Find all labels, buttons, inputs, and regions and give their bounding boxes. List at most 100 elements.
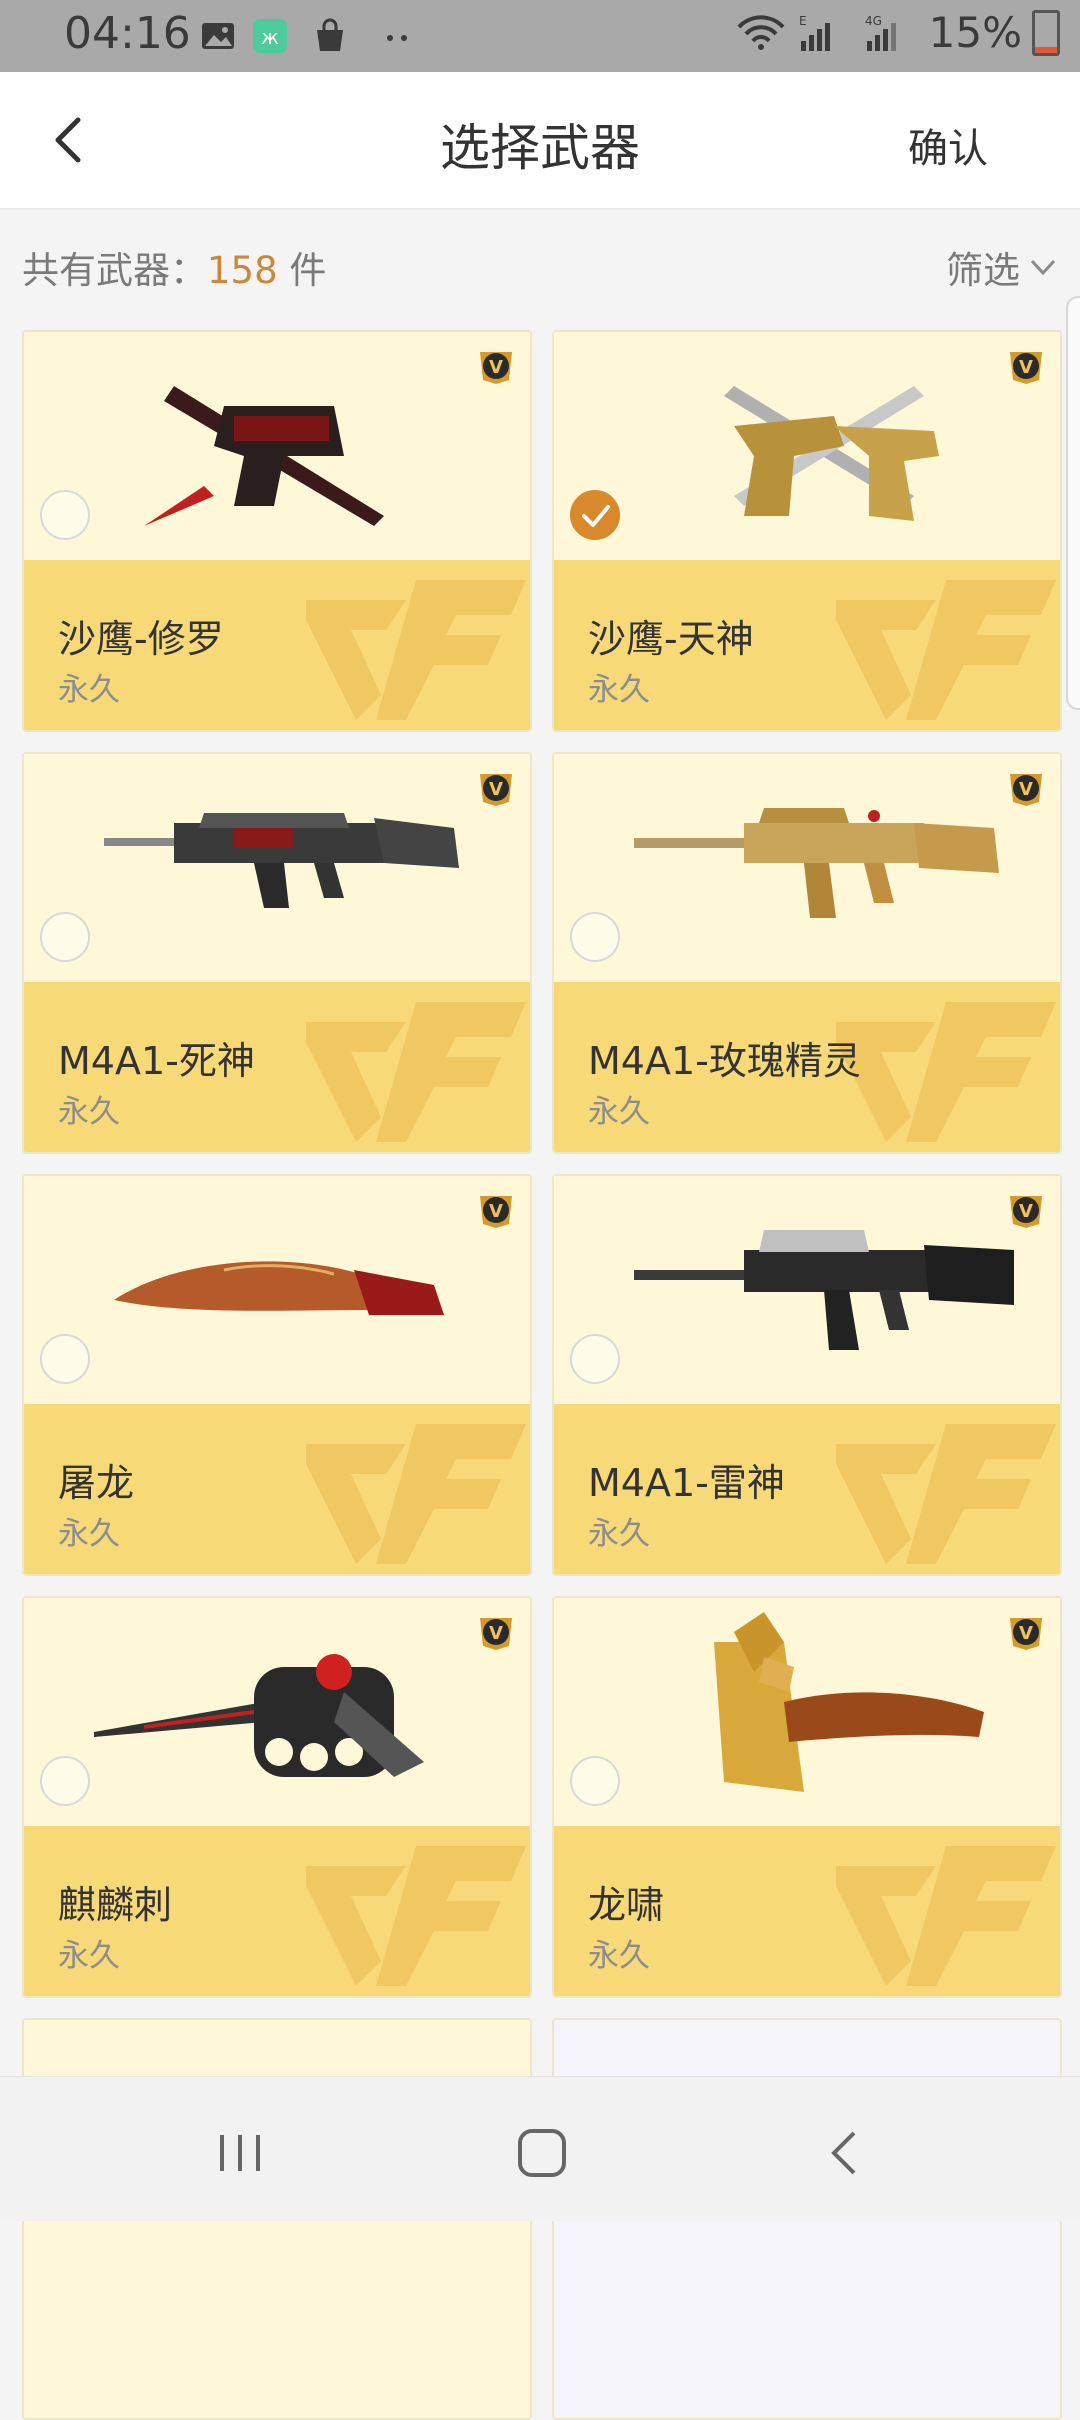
- weapon-duration: 永久: [58, 1938, 120, 1974]
- svg-text:E: E: [799, 14, 807, 28]
- weapon-duration: 永久: [588, 1516, 650, 1552]
- select-checkbox[interactable]: [570, 490, 620, 540]
- weapon-image-area: V: [24, 1598, 530, 1826]
- weapon-name: 龙啸: [588, 1883, 665, 1927]
- select-checkbox[interactable]: [40, 1334, 90, 1384]
- battery-percent: 15%: [928, 8, 1022, 57]
- status-time: 04:16: [64, 8, 191, 59]
- weapon-image-area: V: [554, 1176, 1060, 1404]
- chevron-down-icon: [1030, 259, 1056, 276]
- count-value: 158: [207, 249, 278, 292]
- scroll-indicator[interactable]: [1066, 296, 1080, 710]
- select-checkbox[interactable]: [40, 1756, 90, 1806]
- header: 选择武器 确认: [0, 72, 1080, 210]
- weapon-card[interactable]: V M4A1-雷神 永久: [552, 1174, 1062, 1576]
- cf-logo-watermark: [306, 1424, 526, 1564]
- gallery-icon: [202, 23, 234, 49]
- weapon-image: [724, 386, 939, 521]
- battery-icon: [1032, 9, 1060, 56]
- weapon-name: 沙鹰-修罗: [58, 617, 224, 661]
- filter-button[interactable]: 筛选: [946, 240, 1058, 294]
- weapon-image: [94, 1654, 424, 1777]
- vip-badge-icon: V: [480, 1618, 512, 1650]
- cf-logo-watermark: [306, 580, 526, 720]
- weapon-name: M4A1-玫瑰精灵: [588, 1039, 861, 1083]
- svg-text:V: V: [1019, 779, 1033, 800]
- svg-text:V: V: [1019, 357, 1033, 378]
- vip-badge-icon: V: [480, 774, 512, 806]
- weapon-image-area: V: [554, 1598, 1060, 1826]
- confirm-button[interactable]: 确认: [908, 116, 988, 174]
- weapon-info: 沙鹰-天神 永久: [554, 560, 1060, 730]
- svg-text:V: V: [489, 779, 503, 800]
- vip-badge-icon: V: [480, 352, 512, 384]
- count-unit: 件: [277, 249, 327, 292]
- vip-badge-icon: V: [1010, 1618, 1042, 1650]
- weapon-duration: 永久: [58, 1516, 120, 1552]
- vip-badge-icon: V: [1010, 774, 1042, 806]
- weapon-card[interactable]: V 沙鹰-天神 永久: [552, 330, 1062, 732]
- select-checkbox[interactable]: [570, 1334, 620, 1384]
- weapon-image-area: V: [24, 332, 530, 560]
- weapon-card[interactable]: V M4A1-玫瑰精灵 永久: [552, 752, 1062, 1154]
- weapon-card[interactable]: V M4A1-死神 永久: [22, 752, 532, 1154]
- cf-logo-watermark: [306, 1002, 526, 1142]
- svg-text:4G: 4G: [865, 14, 882, 28]
- cf-logo-watermark: [306, 1846, 526, 1986]
- cf-logo-watermark: [836, 1846, 1056, 1986]
- svg-text:V: V: [489, 357, 503, 378]
- weapon-image: [104, 813, 459, 908]
- weapon-image-area: V: [554, 332, 1060, 560]
- shopping-bag-icon: [317, 18, 343, 51]
- count-label: 共有武器：: [22, 249, 207, 292]
- weapon-info: 屠龙 永久: [24, 1404, 530, 1574]
- weapon-info: M4A1-雷神 永久: [554, 1404, 1060, 1574]
- weapon-duration: 永久: [588, 672, 650, 708]
- weapon-info: 麒麟刺 永久: [24, 1826, 530, 1996]
- cf-logo-watermark: [836, 580, 1056, 720]
- select-checkbox[interactable]: [40, 490, 90, 540]
- weapon-image: [634, 1230, 1014, 1350]
- more-dots-icon: [387, 35, 407, 41]
- signal-icon: E: [799, 14, 830, 51]
- vip-badge-icon: V: [1010, 1196, 1042, 1228]
- weapon-image-area: V: [24, 754, 530, 982]
- weapon-card[interactable]: V 龙啸 永久: [552, 1596, 1062, 1998]
- weapon-count: 共有武器：158 件: [22, 240, 326, 294]
- svg-text:V: V: [1019, 1201, 1033, 1222]
- weapon-info: M4A1-玫瑰精灵 永久: [554, 982, 1060, 1152]
- app-icon: ж: [253, 19, 287, 53]
- home-icon[interactable]: [510, 2121, 574, 2185]
- weapon-name: M4A1-雷神: [588, 1461, 785, 1505]
- cf-logo-watermark: [836, 1424, 1056, 1564]
- recent-apps-icon[interactable]: [208, 2121, 272, 2185]
- weapon-card[interactable]: V 沙鹰-修罗 永久: [22, 330, 532, 732]
- weapon-name: 屠龙: [58, 1461, 135, 1505]
- vip-badge-icon: V: [480, 1196, 512, 1228]
- weapon-image-area: V: [24, 1176, 530, 1404]
- weapon-card[interactable]: V 麒麟刺 永久: [22, 1596, 532, 1998]
- weapon-duration: 永久: [588, 1938, 650, 1974]
- weapon-image: [144, 386, 384, 526]
- weapon-info: 沙鹰-修罗 永久: [24, 560, 530, 730]
- back-nav-icon[interactable]: [814, 2121, 878, 2185]
- weapon-duration: 永久: [58, 672, 120, 708]
- weapon-duration: 永久: [58, 1094, 120, 1130]
- wifi-icon: [737, 14, 785, 50]
- select-checkbox[interactable]: [570, 912, 620, 962]
- select-checkbox[interactable]: [570, 1756, 620, 1806]
- weapon-info: M4A1-死神 永久: [24, 982, 530, 1152]
- status-right: E 4G 15%: [735, 8, 1060, 57]
- svg-text:V: V: [1019, 1623, 1033, 1644]
- svg-text:V: V: [489, 1623, 503, 1644]
- filter-label: 筛选: [946, 249, 1020, 292]
- select-checkbox[interactable]: [40, 912, 90, 962]
- weapon-image-area: V: [554, 754, 1060, 982]
- svg-text:V: V: [489, 1201, 503, 1222]
- weapon-duration: 永久: [588, 1094, 650, 1130]
- signal-4g-icon: 4G: [865, 14, 896, 51]
- weapon-card[interactable]: V 屠龙 永久: [22, 1174, 532, 1576]
- status-bar: 04:16 ж E 4G 15%: [0, 0, 1080, 72]
- weapon-name: M4A1-死神: [58, 1039, 255, 1083]
- weapon-image: [714, 1612, 984, 1792]
